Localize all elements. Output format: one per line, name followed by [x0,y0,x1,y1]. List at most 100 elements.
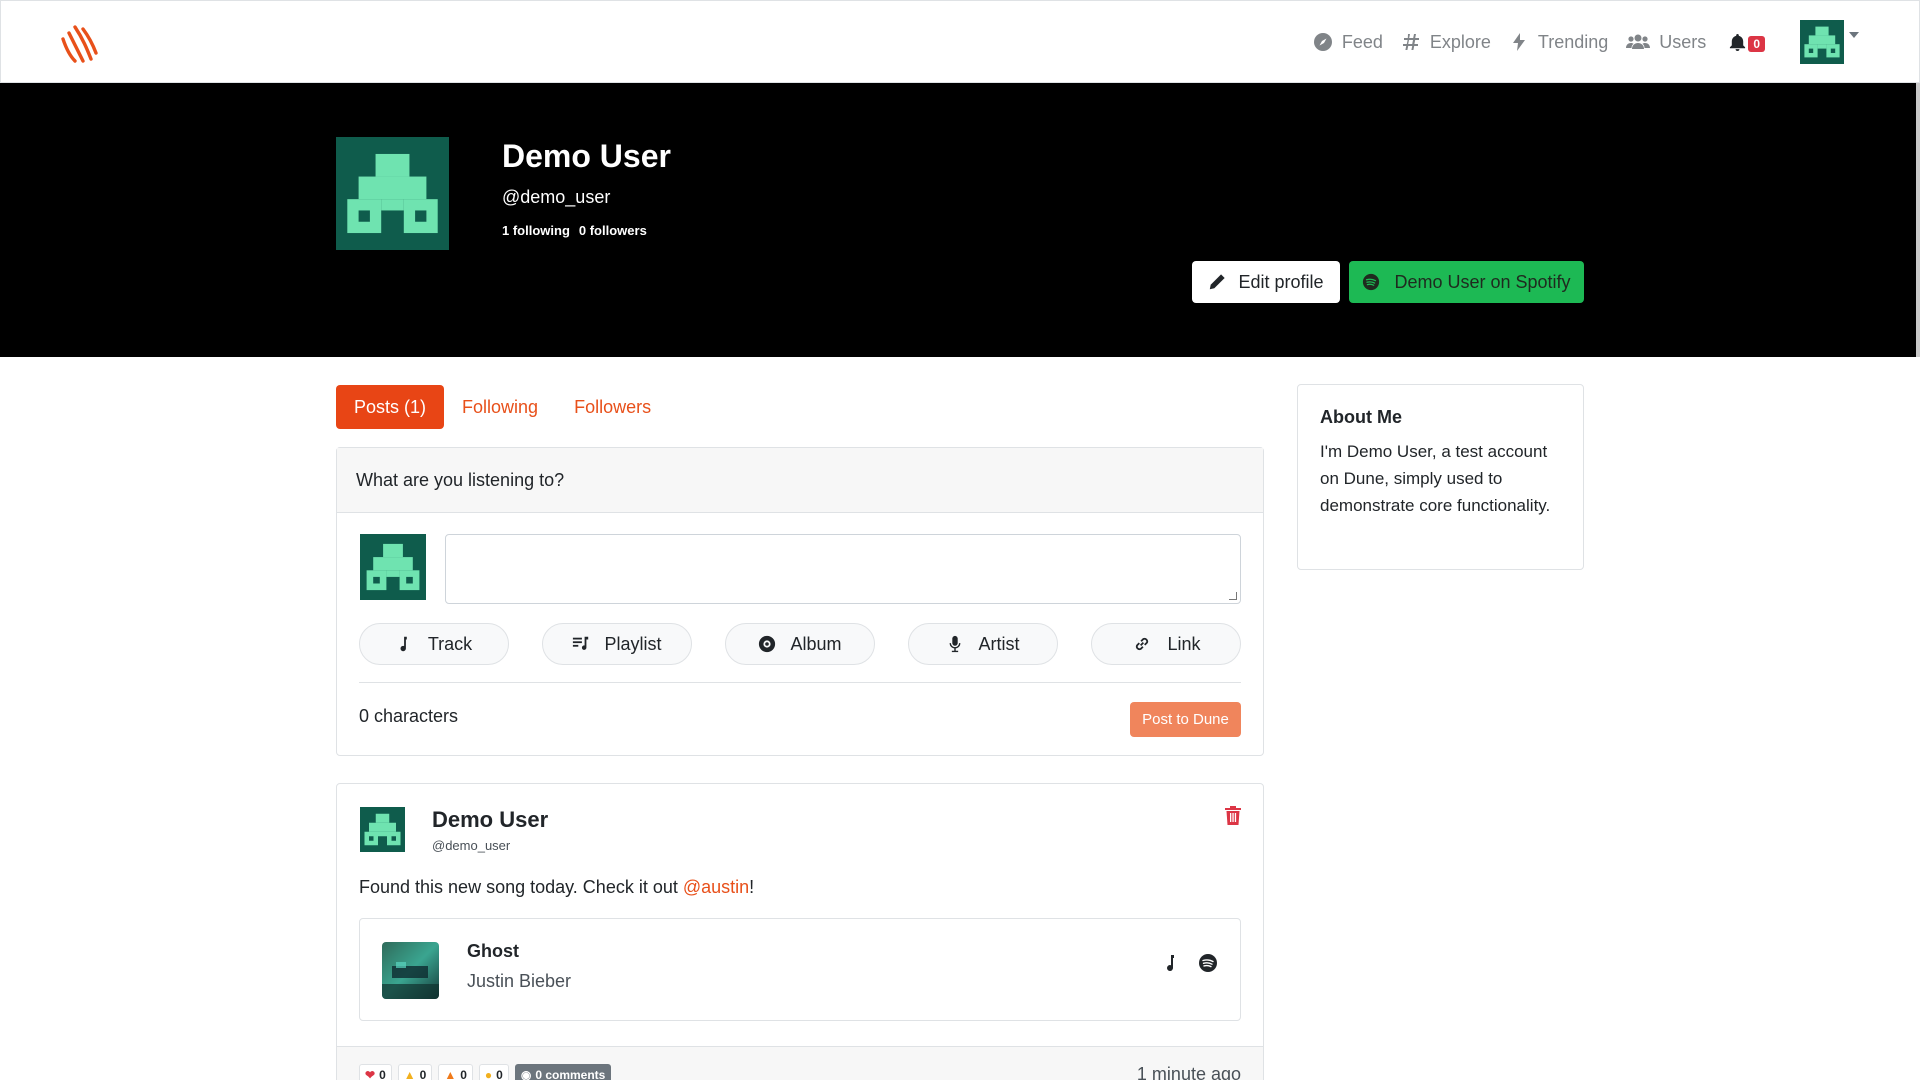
playlist-icon [573,636,589,650]
track-artist[interactable]: Justin Bieber [467,971,571,992]
thumbs-up-icon: ▲ [403,1068,416,1080]
nav-feed-label: Feed [1341,31,1383,52]
top-navbar: Feed Explore Trending Users 0 [0,0,1920,83]
hashtag-icon [1402,34,1419,50]
attach-link-label: Link [1167,633,1201,654]
post-text-end: ! [749,877,755,897]
followers-count[interactable]: 0 followers [579,223,647,238]
post-composer: What are you listening to? Track Playlis… [336,447,1264,756]
notifications-button[interactable]: 0 [1728,32,1765,52]
track-icons [1162,953,1218,973]
music-note-icon [1167,955,1174,972]
profile-name: Demo User [502,138,671,174]
edit-profile-label: Edit profile [1238,271,1324,292]
attach-track-label: Track [427,633,473,654]
post-to-dune-button[interactable]: Post to Dune [1130,702,1241,737]
avatar [1799,20,1845,64]
profile-tabs: Posts (1) Following Followers [336,385,669,429]
scrollbar[interactable] [1916,83,1920,357]
pencil-icon [1210,274,1226,290]
spotify-icon[interactable] [1198,953,1218,973]
profile-stats: 1 following 0 followers [502,223,647,238]
music-note-icon [400,636,407,652]
reactions: ❤ 0 ▲ 0 ▲ 0 ● 0 ◉ 0 comments [359,1064,612,1080]
nav-users[interactable]: Users [1626,32,1706,53]
reaction-count: 0 [379,1068,386,1080]
post-textarea[interactable] [445,534,1241,604]
tab-followers[interactable]: Followers [556,385,669,429]
attach-playlist-button[interactable]: Playlist [542,623,692,665]
comments-button[interactable]: ◉ 0 comments [514,1064,612,1080]
post-footer: ❤ 0 ▲ 0 ▲ 0 ● 0 ◉ 0 comments 1 minute ago [337,1046,1263,1080]
angry-face-icon: ● [484,1068,493,1080]
tab-posts[interactable]: Posts (1) [336,385,445,429]
caret-down-icon [1849,32,1859,38]
nav-explore[interactable]: Explore [1401,32,1491,53]
heart-icon: ❤ [365,1068,376,1080]
dune-logo[interactable] [57,21,101,65]
attach-playlist-label: Playlist [604,633,662,654]
post-text-body: Found this new song today. Check it out [359,877,683,897]
nav-feed[interactable]: Feed [1313,32,1383,53]
profile-banner: Demo User @demo_user 1 following 0 follo… [0,83,1920,357]
reaction-count: 0 [419,1068,427,1080]
album-icon [759,635,776,653]
divider [359,682,1241,683]
edit-profile-button[interactable]: Edit profile [1192,261,1340,303]
bolt-icon [1512,33,1525,51]
avatar [359,534,427,600]
link-icon [1136,637,1149,651]
mention-link[interactable]: @austin [683,877,749,897]
spotify-icon [1363,273,1380,291]
resize-handle[interactable] [1229,592,1237,600]
compass-icon [1313,33,1332,51]
tab-following[interactable]: Following [444,385,556,429]
reaction-thumbs-up[interactable]: ▲ 0 [397,1064,433,1080]
about-body: I'm Demo User, a test account on Dune, s… [1320,442,1551,515]
about-me-card: About Me I'm Demo User, a test account o… [1297,384,1584,570]
track-embed[interactable]: Ghost Justin Bieber [359,918,1241,1021]
bell-icon [1730,33,1746,51]
profile-handle: @demo_user [502,187,611,207]
composer-prompt: What are you listening to? [337,448,1263,513]
microphone-icon [950,635,961,653]
comment-icon: ◉ [520,1068,532,1080]
reaction-count: 0 [496,1068,503,1080]
track-title[interactable]: Ghost [467,941,519,962]
attach-track-button[interactable]: Track [359,623,509,665]
character-count: 0 characters [359,706,459,726]
nav-users-label: Users [1659,31,1707,52]
post-timestamp: 1 minute ago [1136,1064,1241,1080]
post-author-handle: @demo_user [432,838,511,853]
comments-label: 0 comments [535,1068,606,1080]
attach-link-button[interactable]: Link [1091,623,1241,665]
nav-links: Feed Explore Trending Users 0 [1313,17,1859,67]
post-card: Demo User @demo_user Found this new song… [336,783,1264,1080]
post-text: Found this new song today. Check it out … [359,877,754,898]
attach-album-button[interactable]: Album [725,623,875,665]
nav-explore-label: Explore [1429,31,1491,52]
attach-album-label: Album [790,633,842,654]
profile-avatar [336,137,449,250]
reaction-count: 0 [460,1068,467,1080]
user-menu[interactable] [1799,20,1859,64]
reaction-heart[interactable]: ❤ 0 [359,1064,392,1080]
reaction-fire[interactable]: ▲ 0 [438,1064,473,1080]
attach-artist-button[interactable]: Artist [908,623,1058,665]
about-title: About Me [1320,407,1402,427]
avatar[interactable] [359,807,406,852]
notification-badge: 0 [1748,36,1765,52]
attachment-buttons: Track Playlist Album Artist Link [359,623,1241,665]
nav-trending[interactable]: Trending [1509,32,1608,53]
reaction-angry[interactable]: ● 0 [478,1064,509,1080]
following-count[interactable]: 1 following [502,223,570,238]
users-icon [1626,34,1651,49]
album-art [382,942,439,999]
fire-icon: ▲ [444,1068,457,1080]
attach-artist-label: Artist [978,633,1020,654]
spotify-profile-button[interactable]: Demo User on Spotify [1349,261,1584,303]
nav-trending-label: Trending [1537,31,1609,52]
trash-icon[interactable] [1225,806,1241,825]
spotify-label: Demo User on Spotify [1394,271,1571,292]
post-author-name[interactable]: Demo User [432,807,548,833]
